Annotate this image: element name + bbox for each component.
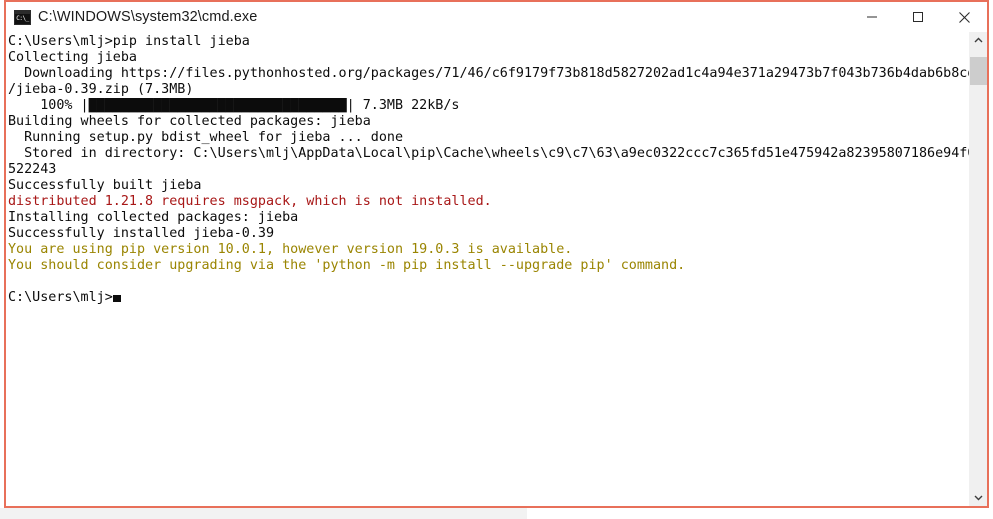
terminal-line: Stored in directory: C:\Users\mlj\AppDat… <box>8 146 969 161</box>
window-controls <box>849 2 987 32</box>
console-output[interactable]: C:\Users\mlj>pip install jieba Collecting… <box>6 32 969 506</box>
taskbar-strip <box>0 508 527 519</box>
vertical-scrollbar[interactable] <box>969 32 987 506</box>
scroll-up-arrow-icon[interactable] <box>970 32 987 49</box>
terminal-line: Collecting jieba <box>8 50 137 65</box>
window-titlebar[interactable]: C:\WINDOWS\system32\cmd.exe <box>6 2 987 32</box>
close-button[interactable] <box>941 2 987 32</box>
terminal-line: You should consider upgrading via the 'p… <box>8 258 686 273</box>
terminal-line: Successfully installed jieba-0.39 <box>8 226 275 241</box>
terminal-cursor <box>112 295 121 302</box>
terminal-line: Building wheels for collected packages: … <box>8 114 371 129</box>
terminal-line: 100% |████████████████████████████████| … <box>8 98 460 113</box>
terminal-line: Running setup.py bdist_wheel for jieba .… <box>8 130 404 145</box>
scroll-down-arrow-icon[interactable] <box>970 489 987 506</box>
terminal-line: You are using pip version 10.0.1, howeve… <box>8 242 573 257</box>
terminal-line: 522243 <box>8 162 57 177</box>
terminal-line: C:\Users\mlj>pip install jieba <box>8 34 250 49</box>
terminal-line: /jieba-0.39.zip (7.3MB) <box>8 82 194 97</box>
window-title: C:\WINDOWS\system32\cmd.exe <box>38 9 258 25</box>
terminal-line: Installing collected packages: jieba <box>8 210 299 225</box>
terminal-line: Successfully built jieba <box>8 178 202 193</box>
scrollbar-thumb[interactable] <box>970 57 987 85</box>
minimize-button[interactable] <box>849 2 895 32</box>
terminal-line: distributed 1.21.8 requires msgpack, whi… <box>8 194 492 209</box>
maximize-button[interactable] <box>895 2 941 32</box>
scrollbar-track[interactable] <box>970 49 987 489</box>
terminal-line: Downloading https://files.pythonhosted.o… <box>8 66 969 81</box>
cmd-window: C:\WINDOWS\system32\cmd.exe C:\Users\m <box>4 0 989 508</box>
console-area[interactable]: C:\Users\mlj>pip install jieba Collecting… <box>6 32 987 506</box>
desktop-background-right <box>527 508 993 519</box>
terminal-line: C:\Users\mlj> <box>8 290 969 306</box>
cmd-console-icon <box>14 9 31 25</box>
